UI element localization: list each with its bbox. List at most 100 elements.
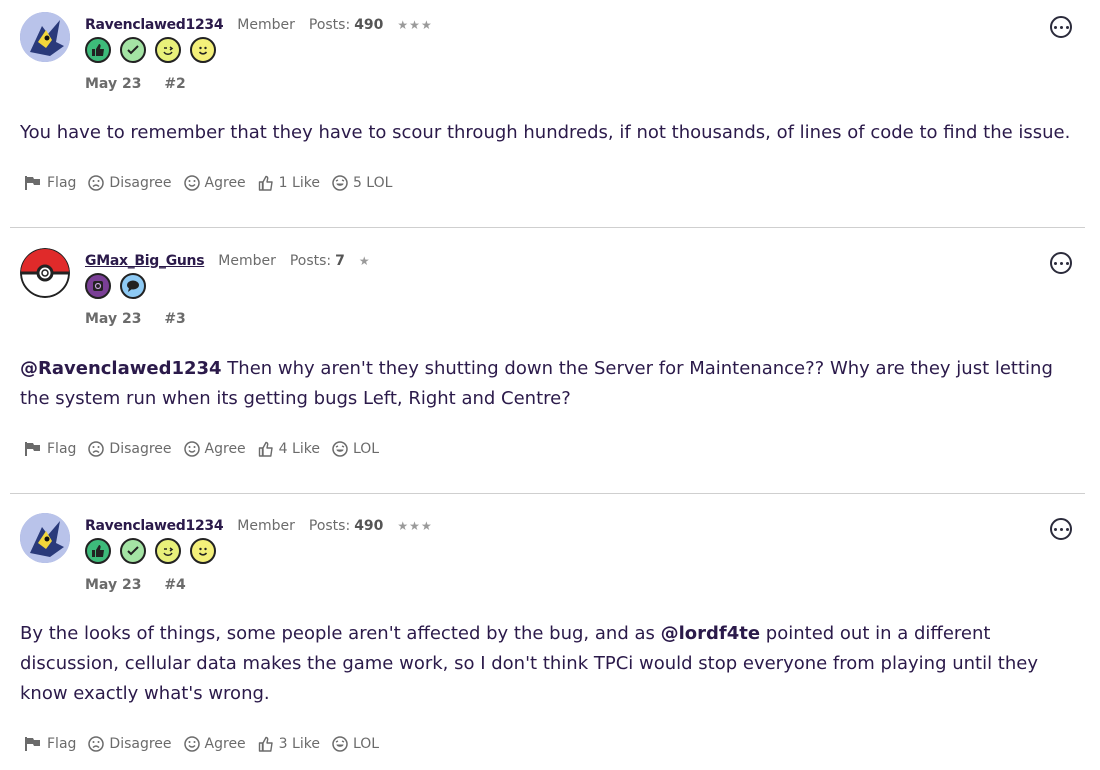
disagree-label: Disagree <box>109 441 172 457</box>
smile-badge-icon[interactable] <box>190 538 216 564</box>
smile-icon <box>183 441 200 457</box>
flag-label: Flag <box>47 175 77 191</box>
like-button[interactable]: 3 Like <box>258 736 320 752</box>
posts-label: Posts: <box>289 253 332 269</box>
posts-label: Posts: <box>308 17 351 33</box>
rank-stars: ★ <box>358 254 371 268</box>
lol-label: LOL <box>352 441 380 457</box>
like-label: 1 Like <box>278 175 320 191</box>
user-role: Member <box>218 253 276 269</box>
lol-button[interactable]: 5 LOL <box>332 175 392 191</box>
lol-button[interactable]: LOL <box>332 441 379 457</box>
post-dateline: May 23 #4 <box>85 577 186 593</box>
post-date[interactable]: May 23 <box>85 76 141 92</box>
like-label: 3 Like <box>278 736 320 752</box>
smile-icon <box>183 175 200 191</box>
frown-icon <box>88 175 105 191</box>
rank-stars: ★★★ <box>397 18 433 32</box>
more-options-icon[interactable] <box>1050 252 1072 274</box>
post-number[interactable]: #2 <box>164 76 185 92</box>
smile-icon <box>183 736 200 752</box>
flag-icon <box>25 442 40 456</box>
post-dateline: May 23 #3 <box>85 311 186 327</box>
user-avatar[interactable] <box>20 513 70 563</box>
username-link[interactable]: Ravenclawed1234 <box>85 17 224 33</box>
mention-link[interactable]: @Ravenclawed1234 <box>20 358 222 379</box>
username-link[interactable]: Ravenclawed1234 <box>85 518 224 534</box>
like-label: 4 Like <box>278 441 320 457</box>
dragon-avatar-icon <box>20 12 70 62</box>
author-info: Ravenclawed1234 Member Posts: 490 ★★★ <box>85 518 433 534</box>
posts-count: 490 <box>354 17 384 33</box>
disagree-label: Disagree <box>109 736 172 752</box>
user-avatar[interactable] <box>20 12 70 62</box>
thumbs-up-icon <box>258 736 273 752</box>
frown-icon <box>88 441 105 457</box>
checkmark-badge-icon[interactable] <box>120 37 146 63</box>
agree-button[interactable]: Agree <box>183 441 246 457</box>
like-button[interactable]: 1 Like <box>258 175 320 191</box>
wink-badge-icon[interactable] <box>155 538 181 564</box>
user-badges <box>85 538 216 564</box>
lol-button[interactable]: LOL <box>332 736 379 752</box>
thumbs-up-icon <box>258 175 273 191</box>
agree-label: Agree <box>204 175 246 191</box>
checkmark-badge-icon[interactable] <box>120 538 146 564</box>
flag-label: Flag <box>47 441 77 457</box>
laugh-icon <box>332 175 348 191</box>
speech-bubble-badge-icon[interactable] <box>120 273 146 299</box>
flag-button[interactable]: Flag <box>24 175 76 191</box>
wink-badge-icon[interactable] <box>155 37 181 63</box>
disagree-button[interactable]: Disagree <box>88 175 172 191</box>
rank-stars: ★★★ <box>397 519 433 533</box>
posts-count: 490 <box>354 518 384 534</box>
thumbs-up-icon <box>258 441 273 457</box>
more-options-icon[interactable] <box>1050 16 1072 38</box>
agree-button[interactable]: Agree <box>183 175 246 191</box>
author-info: GMax_Big_Guns Member Posts: 7 ★ <box>85 253 371 269</box>
post-number[interactable]: #3 <box>164 311 185 327</box>
smile-badge-icon[interactable] <box>190 37 216 63</box>
post-date[interactable]: May 23 <box>85 577 141 593</box>
user-avatar[interactable] <box>20 248 70 298</box>
author-info: Ravenclawed1234 Member Posts: 490 ★★★ <box>85 17 433 33</box>
laugh-icon <box>332 441 348 457</box>
frown-icon <box>88 736 105 752</box>
flag-button[interactable]: Flag <box>24 736 76 752</box>
disagree-button[interactable]: Disagree <box>88 736 172 752</box>
flag-label: Flag <box>47 736 77 752</box>
lol-label: LOL <box>352 736 380 752</box>
disagree-label: Disagree <box>109 175 172 191</box>
user-role: Member <box>237 17 295 33</box>
post-text-before: By the looks of things, some people aren… <box>20 623 661 644</box>
post-divider <box>10 493 1085 494</box>
pokeball-avatar-icon <box>20 248 70 298</box>
thumbs-up-badge-icon[interactable] <box>85 37 111 63</box>
agree-button[interactable]: Agree <box>183 736 246 752</box>
username-link[interactable]: GMax_Big_Guns <box>85 253 205 269</box>
disagree-button[interactable]: Disagree <box>88 441 172 457</box>
mention-link[interactable]: @lordf4te <box>661 623 760 644</box>
post-actions: Flag Disagree Agree 1 Like 5 LOL <box>24 175 404 191</box>
agree-label: Agree <box>204 736 246 752</box>
more-options-icon[interactable] <box>1050 518 1072 540</box>
user-role: Member <box>237 518 295 534</box>
user-badges <box>85 37 216 63</box>
dragon-avatar-icon <box>20 513 70 563</box>
laugh-icon <box>332 736 348 752</box>
flag-icon <box>25 176 40 190</box>
post-date[interactable]: May 23 <box>85 311 141 327</box>
posts-label: Posts: <box>308 518 351 534</box>
user-badges <box>85 273 146 299</box>
post-number[interactable]: #4 <box>164 577 185 593</box>
post-actions: Flag Disagree Agree 3 Like LOL <box>24 736 391 752</box>
thumbs-up-badge-icon[interactable] <box>85 538 111 564</box>
agree-label: Agree <box>204 441 246 457</box>
post-body: You have to remember that they have to s… <box>20 122 1071 143</box>
like-button[interactable]: 4 Like <box>258 441 320 457</box>
posts-count: 7 <box>335 253 345 269</box>
camera-badge-icon[interactable] <box>85 273 111 299</box>
flag-button[interactable]: Flag <box>24 441 76 457</box>
post-body: @Ravenclawed1234 Then why aren't they sh… <box>20 354 1080 414</box>
post-dateline: May 23 #2 <box>85 76 186 92</box>
